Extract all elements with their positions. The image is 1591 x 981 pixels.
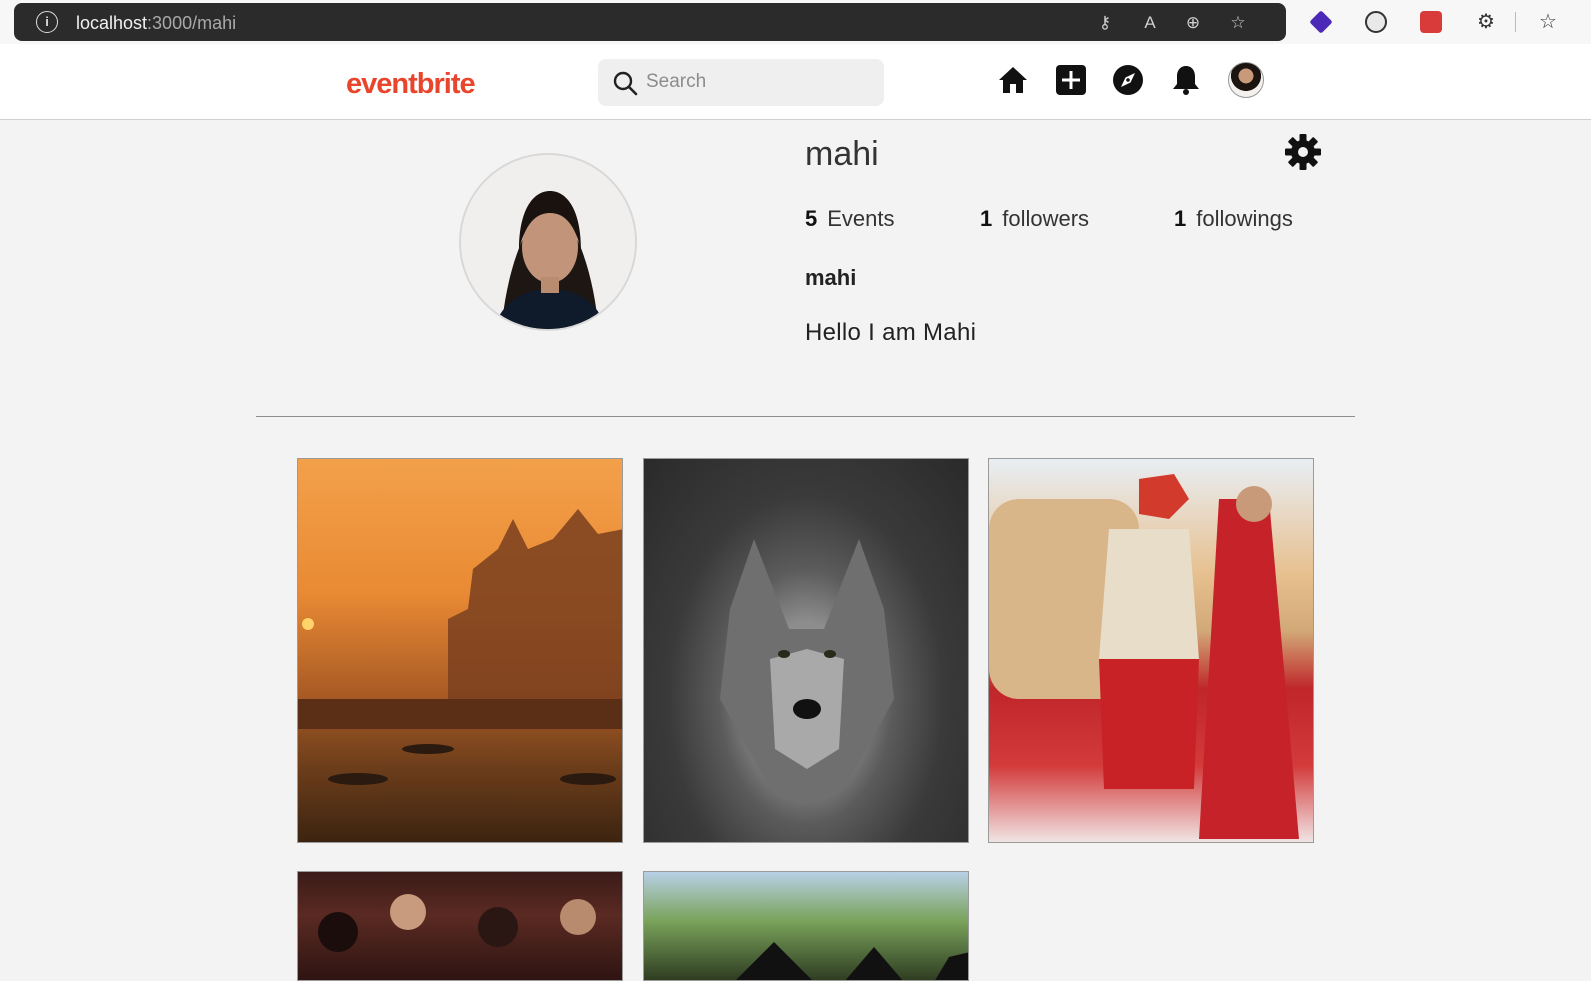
home-icon[interactable]: [996, 63, 1030, 97]
browser-toolbar: i localhost:3000/mahi ⚷ A ⊕ ☆ ⚙ ☆: [0, 0, 1591, 44]
explore-compass-icon[interactable]: [1111, 63, 1145, 97]
event-post-3[interactable]: [988, 458, 1314, 843]
event-post-2[interactable]: [643, 458, 969, 843]
profile-display-name: mahi: [805, 265, 857, 290]
event-post-5[interactable]: [643, 871, 969, 981]
address-bar[interactable]: i localhost:3000/mahi ⚷ A ⊕ ☆: [14, 3, 1286, 41]
add-event-icon[interactable]: [1054, 63, 1088, 97]
extensions-puzzle-icon[interactable]: ⚙: [1474, 10, 1498, 34]
site-info-icon[interactable]: i: [36, 11, 58, 33]
notifications-bell-icon[interactable]: [1169, 63, 1203, 97]
settings-gear-icon[interactable]: [1284, 133, 1322, 171]
event-post-4[interactable]: [297, 871, 623, 981]
event-post-1[interactable]: [297, 458, 623, 843]
app-header: eventbrite: [0, 44, 1591, 120]
extension-round-icon[interactable]: [1365, 11, 1387, 33]
stat-followings[interactable]: 1 followings: [1174, 206, 1293, 232]
temple-sunset-image: [298, 509, 622, 785]
profile-avatar: [459, 153, 637, 331]
zoom-icon[interactable]: ⊕: [1182, 12, 1204, 34]
key-icon[interactable]: ⚷: [1094, 12, 1116, 34]
wedding-couple-image: [989, 474, 1299, 839]
section-divider: [256, 416, 1355, 417]
add-favorite-icon[interactable]: ☆: [1227, 12, 1249, 34]
favorites-icon[interactable]: ☆: [1536, 10, 1560, 34]
wolf-image: [720, 539, 894, 804]
stat-followers[interactable]: 1 followers: [980, 206, 1089, 232]
stat-events[interactable]: 5 Events: [805, 206, 895, 232]
search-input[interactable]: [646, 67, 866, 97]
eventbrite-logo[interactable]: eventbrite: [346, 68, 476, 101]
graduation-image: [736, 942, 968, 980]
toolbar-separator: [1515, 12, 1516, 32]
search-icon: [613, 71, 638, 96]
profile-username: mahi: [805, 135, 879, 173]
search-box[interactable]: [598, 59, 884, 106]
extension-red-icon[interactable]: [1420, 11, 1442, 33]
read-aloud-icon[interactable]: A: [1139, 12, 1161, 34]
address-url[interactable]: localhost:3000/mahi: [76, 13, 236, 34]
extension-purple-icon[interactable]: [1309, 10, 1333, 34]
profile-bio: Hello I am Mahi: [805, 319, 977, 346]
profile-avatar-button[interactable]: [1228, 62, 1264, 98]
crowd-image: [318, 894, 596, 952]
